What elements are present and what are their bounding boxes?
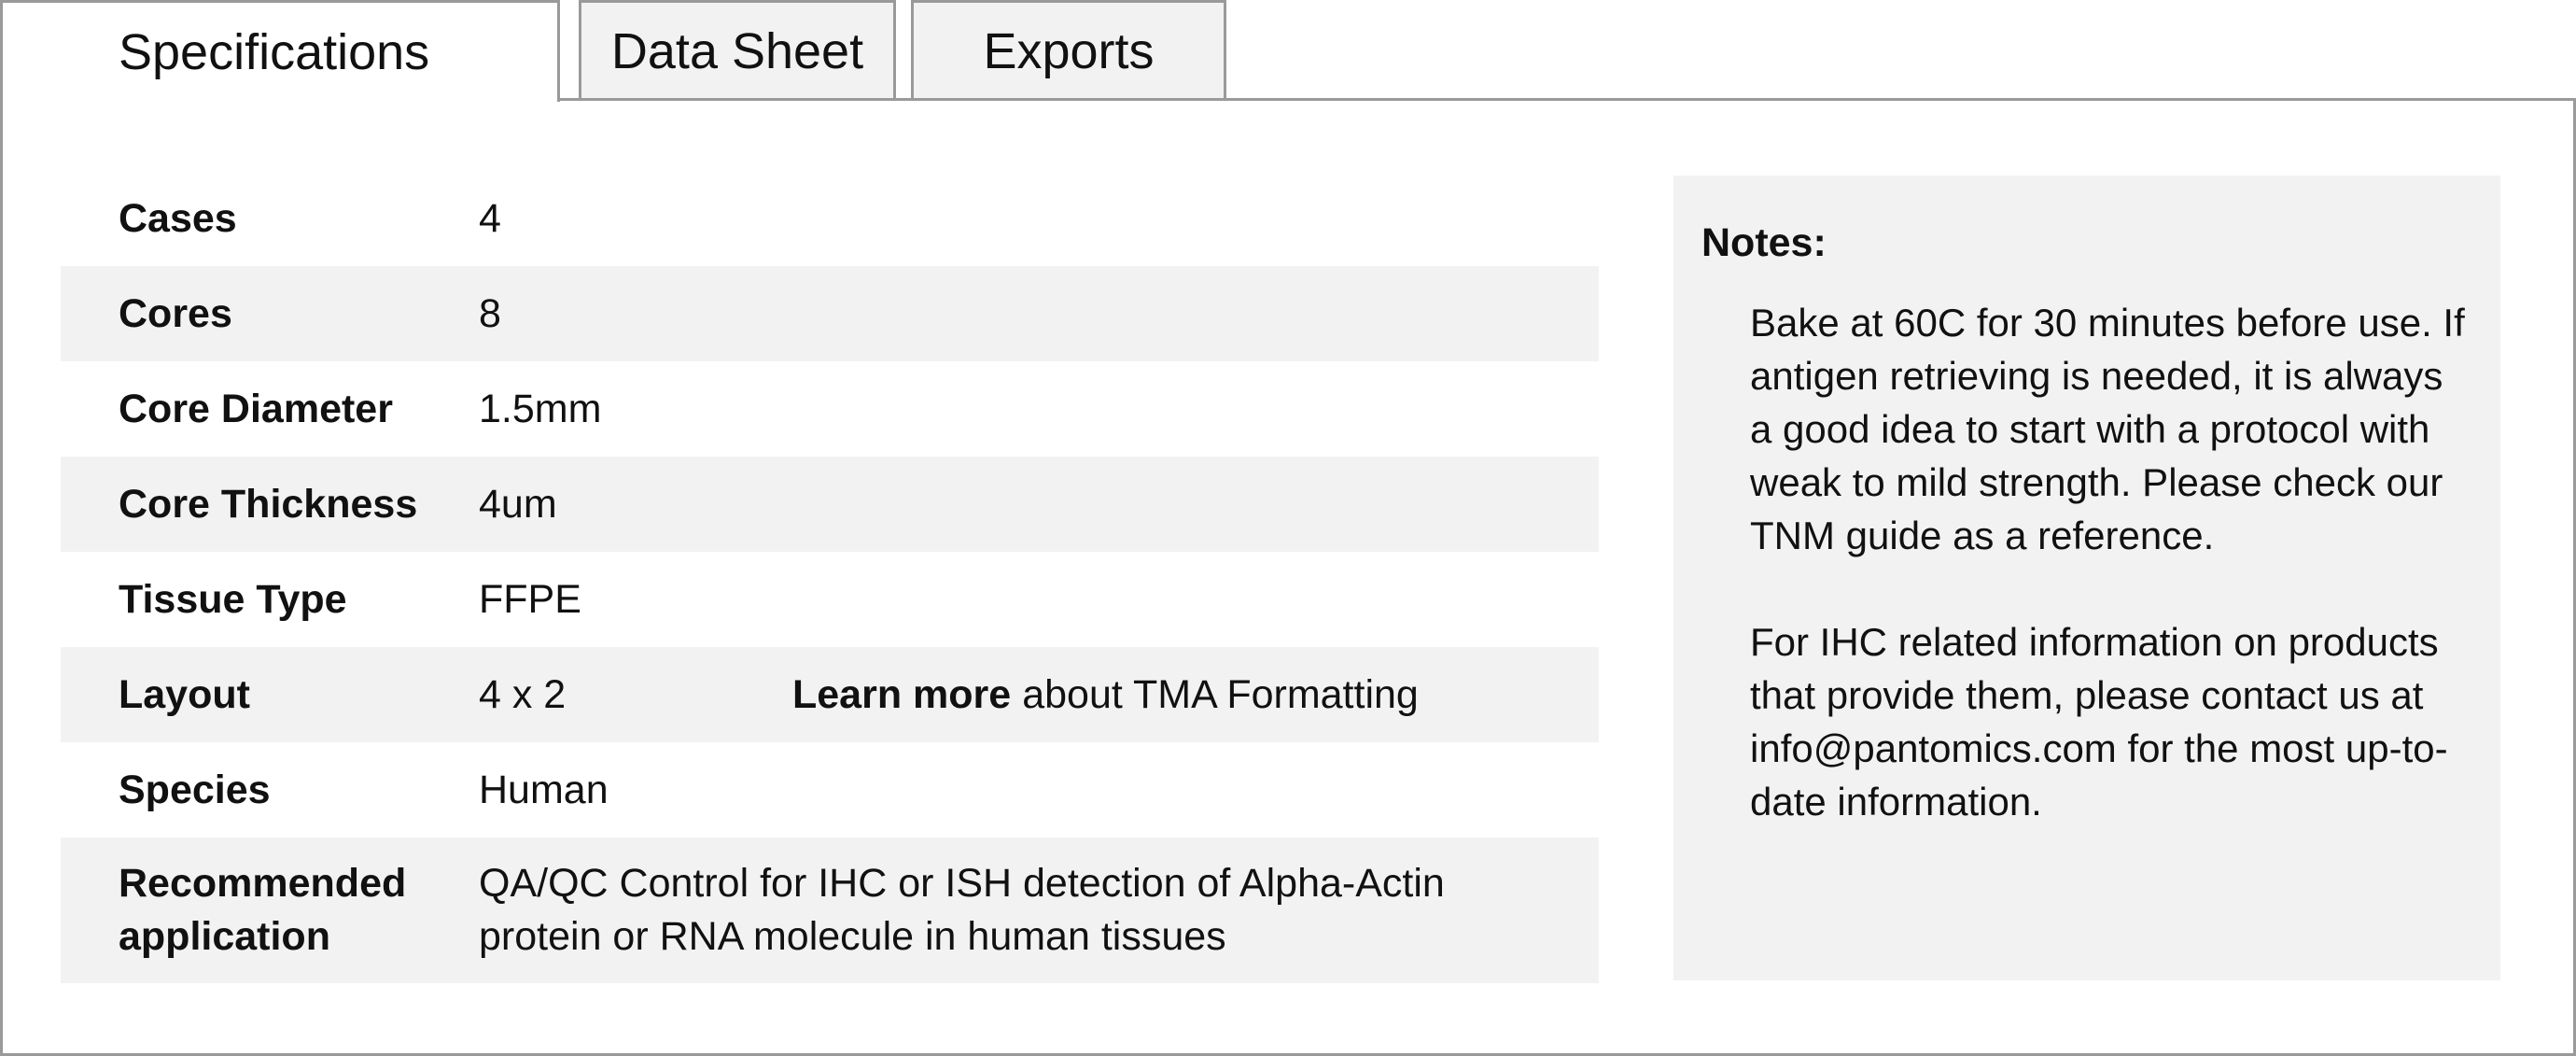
specs-table: Cases 4 Cores 8 Core Diameter 1.5mm Core… bbox=[61, 171, 1599, 983]
tab-bar: Specifications Data Sheet Exports bbox=[0, 0, 2576, 102]
tab-specifications[interactable]: Specifications bbox=[0, 0, 560, 102]
spec-row-recommended-application: Recommended application QA/QC Control fo… bbox=[61, 838, 1599, 983]
spec-row-species: Species Human bbox=[61, 742, 1599, 838]
notes-paragraph: For IHC related information on products … bbox=[1750, 620, 2448, 824]
tab-exports[interactable]: Exports bbox=[911, 0, 1226, 99]
spec-value: 4um bbox=[479, 481, 557, 527]
spec-label: Cases bbox=[119, 195, 237, 241]
spec-label: Core Diameter bbox=[119, 386, 393, 431]
spec-row-layout: Layout 4 x 2 Learn more about TMA Format… bbox=[61, 647, 1599, 742]
spec-row-cores: Cores 8 bbox=[61, 266, 1599, 361]
tab-exports-label: Exports bbox=[983, 22, 1155, 79]
spec-row-tissue-type: Tissue Type FFPE bbox=[61, 552, 1599, 647]
spec-row-cases: Cases 4 bbox=[61, 171, 1599, 266]
spec-value: FFPE bbox=[479, 576, 581, 622]
spec-label: Core Thickness bbox=[119, 481, 418, 527]
notes-title: Notes: bbox=[1701, 220, 1827, 265]
learn-more-link[interactable]: Learn more bbox=[792, 669, 1011, 722]
tab-data-sheet-label: Data Sheet bbox=[610, 22, 864, 79]
notes-paragraph: Bake at 60C for 30 minutes before use. I… bbox=[1750, 301, 2465, 557]
spec-row-core-diameter: Core Diameter 1.5mm bbox=[61, 361, 1599, 457]
learn-more-suffix: about TMA Formatting bbox=[1022, 671, 1419, 717]
spec-value: 4 bbox=[479, 195, 501, 241]
tab-data-sheet[interactable]: Data Sheet bbox=[579, 0, 896, 99]
notes-box: Notes: Bake at 60C for 30 minutes before… bbox=[1673, 176, 2500, 980]
spec-label: Tissue Type bbox=[119, 576, 347, 622]
spec-value: 8 bbox=[479, 290, 501, 336]
spec-label: Recommended application bbox=[119, 861, 407, 959]
specifications-panel: Cases 4 Cores 8 Core Diameter 1.5mm Core… bbox=[0, 98, 2576, 1056]
spec-value: 4 x 2 Learn more about TMA Formatting bbox=[479, 669, 1599, 722]
spec-value: Human bbox=[479, 767, 609, 812]
spec-value: 1.5mm bbox=[479, 386, 602, 431]
spec-label: Cores bbox=[119, 290, 232, 336]
layout-value: 4 x 2 bbox=[479, 671, 567, 717]
spec-label: Species bbox=[119, 767, 271, 812]
spec-value: QA/QC Control for IHC or ISH detection o… bbox=[479, 861, 1445, 959]
spec-row-core-thickness: Core Thickness 4um bbox=[61, 457, 1599, 552]
spec-label: Layout bbox=[119, 671, 250, 717]
notes-body: Bake at 60C for 30 minutes before use. I… bbox=[1750, 296, 2472, 828]
tab-specifications-label: Specifications bbox=[119, 24, 430, 80]
